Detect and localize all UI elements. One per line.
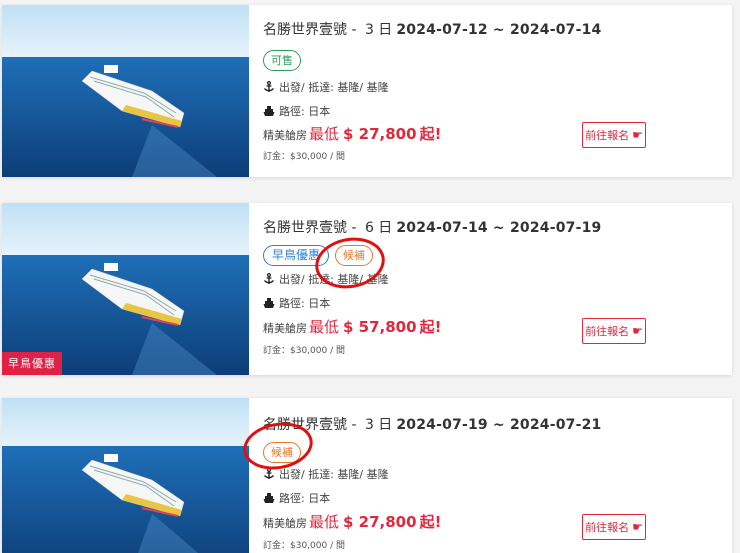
cruise-card[interactable]: 名勝世界壹號 - 3 日 2024-07-12 ~ 2024-07-14 可售 出… <box>2 5 732 177</box>
cruise-title: 名勝世界壹號 - 3 日 2024-07-19 ~ 2024-07-21 <box>263 417 602 433</box>
cruise-list: 名勝世界壹號 - 3 日 2024-07-12 ~ 2024-07-14 可售 出… <box>0 0 740 553</box>
route-path: 路徑: 日本 <box>263 295 330 311</box>
cruise-title: 名勝世界壹號 - 3 日 2024-07-12 ~ 2024-07-14 <box>263 22 602 38</box>
register-button[interactable]: 前往報名 ☛ <box>582 122 646 148</box>
deposit: 訂金：$30,000 / 間 <box>263 346 345 356</box>
anchor-icon <box>263 81 275 93</box>
route-ports: 出發/ 抵達: 基隆/ 基隆 <box>263 79 389 95</box>
ship-icon <box>263 105 275 117</box>
cruise-title: 名勝世界壹號 - 6 日 2024-07-14 ~ 2024-07-19 <box>263 220 602 236</box>
early-bird-ribbon: 早鳥優惠 <box>2 352 62 375</box>
route-path: 路徑: 日本 <box>263 490 330 506</box>
pointing-hand-icon: ☛ <box>632 324 643 338</box>
cruise-card[interactable]: 早鳥優惠 名勝世界壹號 - 6 日 2024-07-14 ~ 2024-07-19… <box>2 203 732 375</box>
ship-icon <box>263 492 275 504</box>
status-badge: 可售 <box>263 50 301 71</box>
price: 精美艙房 最低 $ 27,800 起! <box>263 125 442 143</box>
deposit: 訂金：$30,000 / 間 <box>263 152 345 162</box>
cruise-ship-image[interactable]: 早鳥優惠 <box>2 203 249 375</box>
cruise-card[interactable]: 名勝世界壹號 - 3 日 2024-07-19 ~ 2024-07-21 候補 出… <box>2 398 732 553</box>
ship-icon <box>263 297 275 309</box>
price: 精美艙房 最低 $ 57,800 起! <box>263 318 442 336</box>
route-path: 路徑: 日本 <box>263 103 330 119</box>
pointing-hand-icon: ☛ <box>632 520 643 534</box>
anchor-icon <box>263 468 275 480</box>
anchor-icon <box>263 273 275 285</box>
register-button[interactable]: 前往報名 ☛ <box>582 318 646 344</box>
price: 精美艙房 最低 $ 27,800 起! <box>263 513 442 531</box>
pointing-hand-icon: ☛ <box>632 128 643 142</box>
cruise-ship-image[interactable] <box>2 398 249 553</box>
register-button[interactable]: 前往報名 ☛ <box>582 514 646 540</box>
deposit: 訂金：$30,000 / 間 <box>263 541 345 551</box>
cruise-ship-image[interactable] <box>2 5 249 177</box>
